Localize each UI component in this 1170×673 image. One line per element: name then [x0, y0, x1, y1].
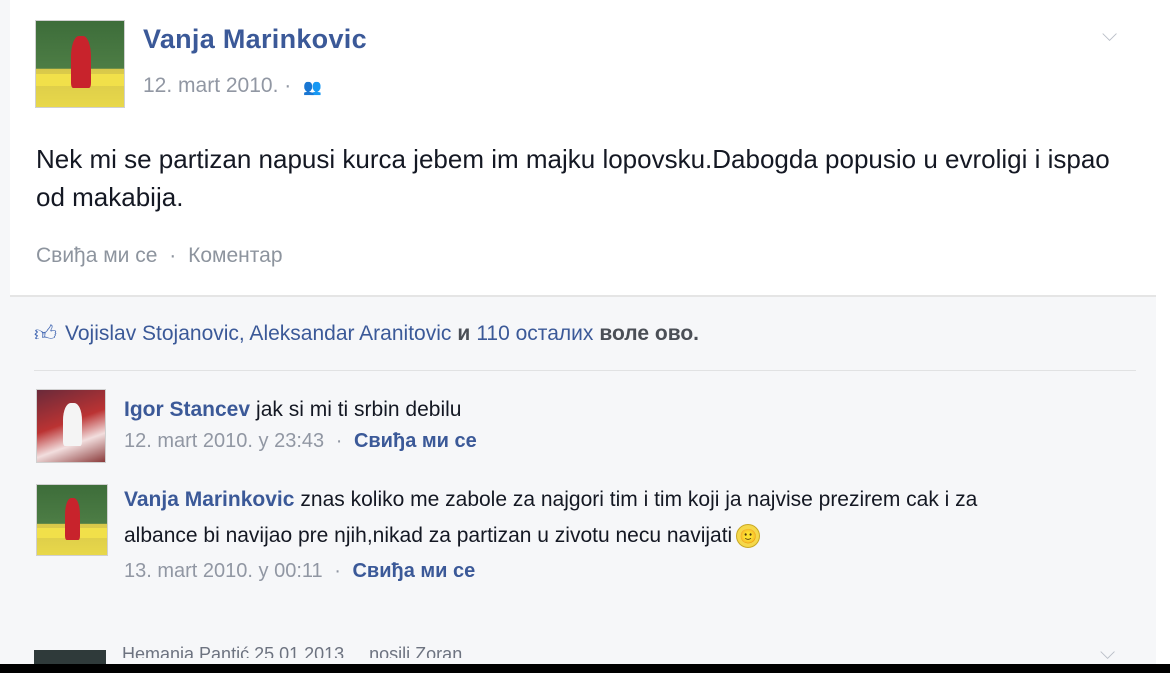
like-link[interactable]: Свиђа ми се — [36, 244, 157, 267]
post-author-name[interactable]: Vanja Marinkovic — [143, 24, 367, 55]
comment-avatar[interactable] — [34, 650, 106, 664]
comment-item: Igor Stancev jak si mi ti srbin debilu 12… — [124, 392, 1124, 453]
likes-conj: и — [457, 321, 471, 345]
comment-timestamp[interactable]: 12. mart 2010. у 23:43 — [124, 430, 324, 452]
truncated-comment-row: Нemanja Pantić 25.01.2013 ... nosili Zor… — [34, 644, 1134, 664]
comment-like-link[interactable]: Свиђа ми се — [354, 430, 477, 452]
action-separator: · — [169, 244, 177, 267]
likes-others[interactable]: 110 осталих — [476, 322, 593, 346]
comment-author[interactable]: Vanja Marinkovic — [124, 488, 294, 511]
comment-author[interactable]: Igor Stancev — [124, 398, 250, 421]
meta-separator: · — [284, 74, 292, 97]
comment-like-link[interactable]: Свиђа ми се — [352, 560, 475, 582]
comment-avatar[interactable] — [36, 484, 108, 556]
comment-link[interactable]: Коментар — [188, 244, 282, 267]
likes-summary: 👍︎ Vojislav Stojanovic, Aleksandar Arani… — [34, 320, 705, 347]
likes-names[interactable]: Vojislav Stojanovic, Aleksandar Aranitov… — [65, 322, 451, 346]
people-icon[interactable]: 👥 — [303, 79, 322, 96]
chevron-down-icon[interactable]: ⌵ — [1100, 642, 1115, 665]
divider — [10, 295, 1156, 297]
page-edge — [1156, 0, 1170, 673]
post-author-avatar[interactable] — [35, 20, 125, 108]
post-actions: Свиђа ми се · Коментар — [36, 244, 283, 268]
bottom-border — [0, 664, 1170, 673]
comment-separator: · — [334, 560, 341, 582]
thumbs-up-icon: 👍︎ — [34, 321, 57, 346]
comment-item: Vanja Marinkovic znas koliko me zabole za… — [124, 482, 1054, 583]
comment-timestamp[interactable]: 13. mart 2010. у 00:11 — [124, 560, 323, 582]
likes-suffix: воле ово. — [599, 321, 699, 345]
truncated-comment-text: Нemanja Pantić 25.01.2013 ... nosili Zor… — [122, 644, 463, 658]
comment-text: jak si mi ti srbin debilu — [256, 398, 462, 421]
post-text: Nek mi se partizan napusi kurca jebem im… — [36, 144, 1110, 212]
smiley-icon: 🙂 — [736, 524, 761, 549]
post-meta: 12. mart 2010. · 👥 — [143, 74, 322, 98]
comment-avatar[interactable] — [36, 389, 106, 463]
comments-divider — [34, 370, 1136, 371]
post-date[interactable]: 12. mart 2010. — [143, 74, 278, 97]
chevron-down-icon[interactable]: ⌵ — [1102, 24, 1117, 47]
comment-separator: · — [335, 430, 343, 452]
